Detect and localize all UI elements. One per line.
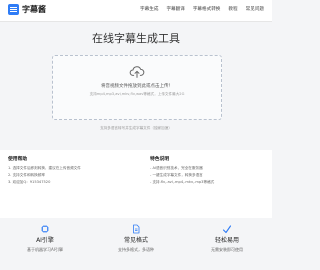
- feature-common-formats: 常见格式 支持多格式，多语种: [91, 220, 181, 270]
- format-icon: [133, 224, 140, 234]
- feature-note-item: - 支持.flv,.avi,.mp4,.mkv,.mp3等格式: [150, 180, 215, 185]
- nav-item-subtitle-generate[interactable]: 字幕生成: [140, 6, 158, 14]
- feature-desc: 无需安装即可使用: [211, 247, 243, 252]
- nav-item-faq[interactable]: 常见问题: [246, 6, 264, 14]
- easy-use-icon: [222, 225, 232, 234]
- nav-item-format-convert[interactable]: 字幕格式转换: [193, 6, 221, 14]
- main-nav: 字幕生成 字幕翻译 字幕格式转换 教程 常见问题: [140, 6, 264, 14]
- nav-item-subtitle-translate[interactable]: 字幕翻译: [166, 6, 184, 14]
- feature-desc: 支持多格式，多语种: [118, 247, 154, 252]
- feature-notes-title: 特色说明: [150, 157, 170, 162]
- ai-chip-icon: [41, 225, 49, 233]
- cloud-upload-icon[interactable]: [129, 64, 145, 80]
- page-title: 在线字幕生成工具: [92, 32, 180, 45]
- usage-help: 使用帮助 1. 选择文件后即刻转换，建议在上传音频文件 2. 支持文件和转换频率…: [8, 156, 81, 187]
- feature-note-item: - AI语音识别技术，完全在服务器: [150, 166, 203, 170]
- usage-help-item: 3. 欢迎加Q：915347520: [8, 180, 51, 185]
- upload-format-note: 支持mp4,mp3,avi,mkv,flv,wav等格式，上传文件最大2G: [89, 92, 185, 96]
- upload-tip: 支持多语言转写并生成字幕文件（独家加速）: [100, 126, 172, 130]
- usage-help-title: 使用帮助: [8, 157, 28, 162]
- nav-item-tutorial[interactable]: 教程: [228, 6, 237, 14]
- usage-help-item: 2. 支持文件和转换频率: [8, 173, 45, 178]
- feature-notes: 特色说明 - AI语音识别技术，完全在服务器 - 一键生成字幕文件，转换多语言 …: [150, 156, 214, 187]
- logo-icon[interactable]: [8, 4, 19, 15]
- feature-easy-to-use: 轻松易用 无需安装即可使用: [182, 220, 272, 270]
- feature-title: AI引擎: [36, 237, 54, 244]
- usage-help-item: 1. 选择文件后即刻转换，建议在上传音频文件: [8, 166, 81, 170]
- feature-ai-engine: AI引擎 基于机器学习AI引擎: [0, 220, 90, 270]
- feature-desc: 基于机器学习AI引擎: [27, 247, 63, 252]
- upload-instruction: 将音视频文件拖放到此或点击上传！: [101, 84, 173, 89]
- help-section: 使用帮助 1. 选择文件后即刻转换，建议在上传音频文件 2. 支持文件和转换频率…: [0, 150, 272, 218]
- feature-title: 常见格式: [123, 237, 148, 244]
- feature-note-item: - 一键生成字幕文件，转换多语言: [150, 173, 203, 178]
- feature-title: 轻松易用: [214, 237, 239, 244]
- top-navbar: 字幕酱 字幕生成 字幕翻译 字幕格式转换 教程 常见问题: [0, 0, 272, 22]
- upload-dropzone[interactable]: 将音视频文件拖放到此或点击上传！ 支持mp4,mp3,avi,mkv,flv,w…: [52, 55, 222, 120]
- logo-text[interactable]: 字幕酱: [22, 4, 46, 16]
